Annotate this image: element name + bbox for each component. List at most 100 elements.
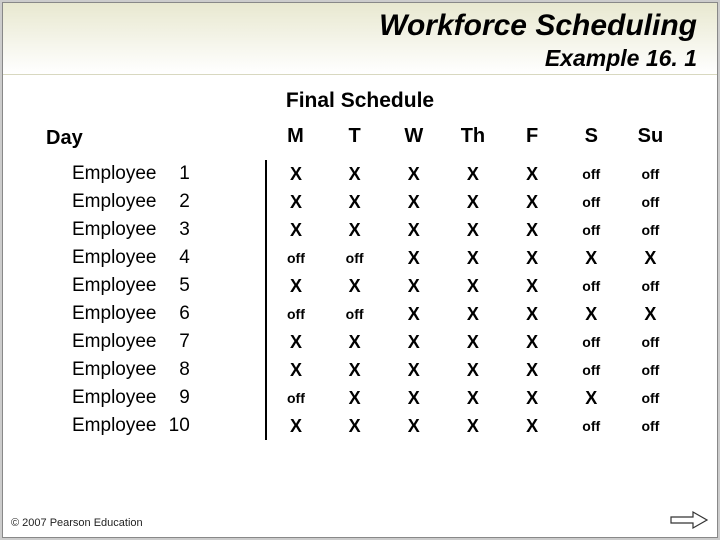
cell-off: off [266,300,325,328]
cell-x: X [503,244,562,272]
table-row: Employee 2XXXXXoffoff [40,188,680,216]
table-row: Employee 3XXXXXoffoff [40,216,680,244]
cell-x: X [443,160,502,188]
day-head-f: F [503,123,562,160]
day-head-su: Su [621,123,680,160]
cell-x: X [325,384,384,412]
cell-x: X [325,216,384,244]
employee-number: 9 [162,387,190,409]
next-arrow-icon[interactable] [669,509,709,531]
cell-x: X [384,188,443,216]
cell-x: X [266,356,325,384]
cell-off: off [621,384,680,412]
schedule-table-wrap: Day M T W Th F S Su Employee 1XXXXXoffof… [40,123,680,440]
employee-label: Employee [72,163,157,185]
employee-label: Employee [72,247,157,269]
cell-x: X [384,328,443,356]
cell-x: X [266,412,325,440]
employee-label: Employee [72,303,157,325]
cell-x: X [562,244,621,272]
cell-x: X [266,328,325,356]
employee-cell: Employee 5 [40,272,266,300]
cell-off: off [562,160,621,188]
employee-cell: Employee 10 [40,412,266,440]
cell-x: X [384,384,443,412]
employee-label: Employee [72,331,157,353]
cell-x: X [266,160,325,188]
table-row: Employee 8XXXXXoffoff [40,356,680,384]
day-head-th: Th [443,123,502,160]
cell-x: X [384,356,443,384]
cell-x: X [503,272,562,300]
cell-x: X [325,160,384,188]
cell-off: off [562,328,621,356]
page-subtitle: Example 16. 1 [23,45,697,72]
employee-cell: Employee 4 [40,244,266,272]
cell-x: X [503,216,562,244]
table-row: Employee 6offoffXXXXX [40,300,680,328]
table-row: Employee 7XXXXXoffoff [40,328,680,356]
employee-number: 6 [162,303,190,325]
day-head-t: T [325,123,384,160]
cell-x: X [443,384,502,412]
cell-off: off [325,300,384,328]
employee-number: 1 [162,163,190,185]
cell-off: off [325,244,384,272]
employee-cell: Employee 7 [40,328,266,356]
cell-x: X [503,328,562,356]
table-row: Employee 9offXXXXXoff [40,384,680,412]
slide: Workforce Scheduling Example 16. 1 Final… [3,3,717,537]
cell-x: X [325,412,384,440]
employee-cell: Employee 1 [40,160,266,188]
cell-x: X [443,300,502,328]
cell-off: off [621,188,680,216]
cell-x: X [325,328,384,356]
cell-off: off [266,244,325,272]
employee-number: 10 [162,415,190,437]
title-band: Workforce Scheduling Example 16. 1 [3,3,717,75]
cell-x: X [384,160,443,188]
employee-number: 7 [162,331,190,353]
employee-label: Employee [72,387,157,409]
table-body: Employee 1XXXXXoffoffEmployee 2XXXXXoffo… [40,160,680,440]
cell-x: X [503,412,562,440]
cell-off: off [562,216,621,244]
cell-x: X [266,216,325,244]
cell-x: X [266,188,325,216]
cell-x: X [621,300,680,328]
cell-x: X [621,244,680,272]
employee-label: Employee [72,359,157,381]
cell-x: X [384,300,443,328]
cell-x: X [266,272,325,300]
day-head-m: M [266,123,325,160]
cell-x: X [503,384,562,412]
cell-off: off [621,356,680,384]
cell-off: off [621,216,680,244]
cell-x: X [503,300,562,328]
cell-off: off [562,188,621,216]
employee-label: Employee [72,415,157,437]
cell-x: X [443,188,502,216]
cell-x: X [384,272,443,300]
employee-label: Employee [72,219,157,241]
table-row: Employee 5XXXXXoffoff [40,272,680,300]
copyright-text: © 2007 Pearson Education [11,517,143,529]
employee-number: 5 [162,275,190,297]
cell-x: X [443,244,502,272]
employee-cell: Employee 8 [40,356,266,384]
cell-x: X [384,216,443,244]
cell-off: off [621,328,680,356]
day-head-s: S [562,123,621,160]
cell-x: X [325,188,384,216]
employee-cell: Employee 9 [40,384,266,412]
day-label-header: Day [40,123,266,160]
day-head-w: W [384,123,443,160]
table-header-row: Day M T W Th F S Su [40,123,680,160]
table-row: Employee 10XXXXXoffoff [40,412,680,440]
cell-off: off [266,384,325,412]
cell-x: X [503,160,562,188]
section-title: Final Schedule [3,89,717,113]
cell-x: X [503,356,562,384]
employee-number: 4 [162,247,190,269]
cell-x: X [384,412,443,440]
